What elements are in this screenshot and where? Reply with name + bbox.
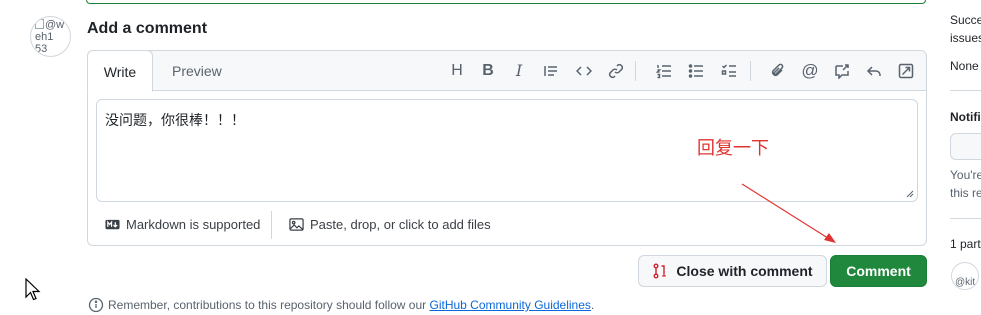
reference-icon[interactable] bbox=[830, 59, 854, 83]
sidebar-text: You're bbox=[950, 168, 981, 182]
markdown-link[interactable]: Markdown is supported bbox=[105, 217, 260, 232]
editor-footer: Markdown is supported Paste, drop, or cl… bbox=[88, 209, 926, 245]
mouse-cursor-icon bbox=[25, 278, 41, 301]
image-icon bbox=[289, 218, 304, 231]
participants-heading: 1 part bbox=[950, 237, 981, 251]
comment-box: Write Preview H B I @ 没问题，你很棒！！！ Markdow… bbox=[87, 50, 927, 246]
sidebar-divider bbox=[950, 218, 981, 219]
resize-handle-icon[interactable] bbox=[906, 190, 914, 198]
numbered-list-icon[interactable] bbox=[652, 59, 676, 83]
community-guidelines-link[interactable]: GitHub Community Guidelines bbox=[430, 298, 591, 312]
attach-icon[interactable] bbox=[766, 59, 790, 83]
fullscreen-icon[interactable] bbox=[894, 59, 918, 83]
link-icon[interactable] bbox=[604, 59, 628, 83]
comment-label: Comment bbox=[846, 263, 911, 279]
comment-button[interactable]: Comment bbox=[830, 255, 927, 287]
notifications-heading: Notifi bbox=[950, 110, 981, 124]
participant-avatar[interactable]: @kit bbox=[951, 262, 979, 290]
comment-heading: Add a comment bbox=[87, 20, 208, 37]
toolbar-divider bbox=[635, 61, 636, 81]
avatar-alt-text-2: eh1 bbox=[35, 31, 54, 43]
tab-write[interactable]: Write bbox=[87, 50, 153, 92]
notice-suffix: . bbox=[590, 298, 595, 312]
sidebar-text: None bbox=[950, 59, 979, 73]
markdown-label: Markdown is supported bbox=[126, 217, 261, 232]
editor-tabbar: Write Preview H B I @ bbox=[87, 50, 926, 92]
annotation-text: 回复一下 bbox=[697, 138, 769, 159]
participant-avatar-alt: @kit bbox=[955, 277, 976, 288]
comment-text: 没问题，你很棒！！！ bbox=[105, 112, 245, 128]
info-icon bbox=[88, 297, 104, 313]
bold-icon[interactable]: B bbox=[476, 59, 500, 83]
heading-icon[interactable]: H bbox=[445, 59, 469, 83]
sidebar-text: this re bbox=[950, 186, 981, 200]
issue-closed-icon bbox=[653, 263, 667, 279]
previous-comment-edge bbox=[86, 0, 926, 4]
tab-preview[interactable]: Preview bbox=[156, 51, 238, 92]
user-avatar[interactable]: @w eh1 53 bbox=[30, 16, 71, 57]
attach-files-button[interactable]: Paste, drop, or click to add files bbox=[289, 217, 491, 232]
task-list-icon[interactable] bbox=[717, 59, 741, 83]
unordered-list-icon[interactable] bbox=[684, 59, 708, 83]
sidebar-text: issues bbox=[950, 31, 981, 45]
contribution-notice: Remember, contributions to this reposito… bbox=[88, 297, 594, 313]
close-with-comment-button[interactable]: Close with comment bbox=[638, 255, 827, 287]
comment-textarea[interactable]: 没问题，你很棒！！！ bbox=[96, 99, 918, 202]
code-icon[interactable] bbox=[572, 59, 596, 83]
subscribe-button[interactable] bbox=[950, 133, 981, 160]
toolbar-divider bbox=[750, 61, 751, 81]
attach-label: Paste, drop, or click to add files bbox=[310, 217, 491, 232]
footer-divider bbox=[271, 211, 272, 239]
sidebar-divider bbox=[950, 90, 981, 91]
italic-icon[interactable]: I bbox=[507, 59, 531, 83]
avatar-alt-text: @w bbox=[45, 19, 65, 31]
avatar-alt-text-3: 53 bbox=[35, 43, 48, 55]
close-with-comment-label: Close with comment bbox=[676, 263, 813, 279]
mention-icon[interactable]: @ bbox=[798, 59, 822, 83]
sidebar-text: Succe bbox=[950, 13, 981, 27]
broken-image-icon bbox=[35, 19, 44, 29]
notice-text: Remember, contributions to this reposito… bbox=[108, 298, 430, 312]
quote-icon[interactable] bbox=[539, 59, 563, 83]
right-sidebar: Succe issues None Notifi You're this re … bbox=[950, 0, 981, 315]
markdown-icon bbox=[105, 219, 120, 230]
reply-icon[interactable] bbox=[862, 59, 886, 83]
